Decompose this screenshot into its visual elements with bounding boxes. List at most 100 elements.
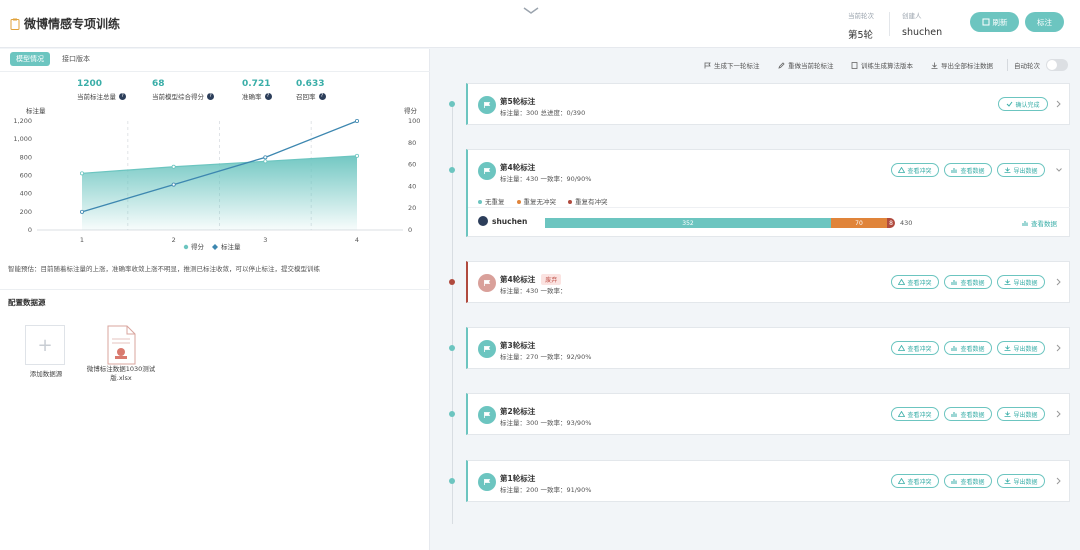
view-conflict-button[interactable]: 查看冲突 bbox=[891, 407, 939, 421]
stat-value: 0.633 bbox=[296, 79, 325, 89]
flag-icon bbox=[478, 274, 496, 292]
round-card[interactable]: 第2轮标注 标注量：300 一致率：93/90% 查看冲突 查看数据 导出数据 bbox=[466, 393, 1070, 435]
card-title: 第3轮标注 bbox=[500, 341, 536, 350]
export-data-button[interactable]: 导出数据 bbox=[997, 407, 1045, 421]
auto-round-toggle[interactable] bbox=[1046, 59, 1068, 71]
refresh-icon bbox=[982, 18, 989, 26]
bar-view-data-link[interactable]: 查看数据 bbox=[1022, 218, 1057, 228]
legend-item: 无重复 bbox=[478, 196, 505, 206]
round-card-abandoned[interactable]: 第4轮标注 废弃 标注量：430 一致率： 查看冲突 查看数据 导出数据 bbox=[466, 261, 1070, 303]
view-data-button[interactable]: 查看数据 bbox=[944, 163, 992, 177]
chevron-down-icon[interactable] bbox=[1056, 166, 1062, 174]
chevron-right-icon[interactable] bbox=[1056, 344, 1062, 352]
view-conflict-button[interactable]: 查看冲突 bbox=[891, 163, 939, 177]
round-card-expanded[interactable]: 第4轮标注 标注量：430 一致率：90/90% 查看冲突 查看数据 导出数据 … bbox=[466, 149, 1070, 237]
stat-recall: 0.633 召回率? bbox=[296, 79, 326, 101]
round-card[interactable]: 第5轮标注 标注量：300 总进度：0/390 确认完成 bbox=[466, 83, 1070, 125]
round-card[interactable]: 第1轮标注 标注量：200 一致率：91/90% 查看冲突 查看数据 导出数据 bbox=[466, 460, 1070, 502]
download-icon bbox=[1004, 478, 1011, 484]
view-conflict-button[interactable]: 查看冲突 bbox=[891, 275, 939, 289]
view-conflict-button[interactable]: 查看冲突 bbox=[891, 341, 939, 355]
bar-duplicate-no-conflict[interactable]: 70 bbox=[831, 218, 887, 228]
chevron-right-icon[interactable] bbox=[1056, 477, 1062, 485]
datasource-title: 配置数据源 bbox=[8, 298, 46, 307]
download-icon bbox=[1004, 167, 1011, 173]
current-round-value: 第5轮 bbox=[848, 30, 874, 41]
export-data-button[interactable]: 导出数据 bbox=[997, 275, 1045, 289]
score-point bbox=[80, 171, 85, 176]
download-icon bbox=[931, 62, 938, 69]
meta-divider bbox=[889, 12, 890, 36]
toolbar-divider bbox=[1007, 59, 1008, 71]
tab-api-version[interactable]: 接口版本 bbox=[56, 52, 96, 66]
view-data-button[interactable]: 查看数据 bbox=[944, 341, 992, 355]
card-divider bbox=[468, 207, 1070, 208]
export-data-button[interactable]: 导出数据 bbox=[997, 163, 1045, 177]
view-data-button[interactable]: 查看数据 bbox=[944, 407, 992, 421]
tab-model-status[interactable]: 模型情况 bbox=[10, 52, 50, 66]
add-datasource-button[interactable]: + bbox=[25, 325, 65, 365]
warning-icon bbox=[898, 478, 906, 484]
refresh-label: 刷新 bbox=[992, 17, 1008, 27]
view-conflict-button[interactable]: 查看冲突 bbox=[891, 474, 939, 488]
bar-chart-icon bbox=[951, 479, 957, 484]
y-tick-left: 1,000 bbox=[13, 135, 32, 143]
left-panel: 模型情况 接口版本 1200 当前标注总量? 68 当前模型综合得分? 0.72… bbox=[0, 49, 430, 550]
legend-item: 重复无冲突 bbox=[516, 196, 556, 206]
smart-prediction: 智能预估：目前随着标注量的上涨，准确率收敛上涨不明显，推测已标注收敛，可以停止标… bbox=[8, 265, 320, 273]
current-round: 当前轮次 第5轮 bbox=[848, 10, 874, 41]
legend-marker bbox=[183, 244, 189, 250]
annotation-point bbox=[80, 209, 85, 214]
timeline-dot bbox=[449, 411, 455, 417]
card-title: 第5轮标注 bbox=[500, 97, 536, 106]
confirm-label: 确认完成 bbox=[1015, 101, 1040, 109]
excel-file-icon[interactable] bbox=[106, 325, 136, 365]
bar-no-duplicate[interactable]: 352 bbox=[545, 218, 831, 228]
stat-value: 68 bbox=[152, 79, 165, 89]
view-data-button[interactable]: 查看数据 bbox=[944, 275, 992, 289]
redo-round-button[interactable]: 重做当前轮标注 bbox=[778, 60, 834, 70]
avatar bbox=[478, 216, 488, 226]
card-title: 第4轮标注 废弃 bbox=[500, 274, 562, 285]
annotation-point bbox=[354, 118, 359, 123]
warning-icon bbox=[898, 279, 906, 285]
bar-duplicate-conflict[interactable]: 8 bbox=[887, 218, 895, 228]
user-name: shuchen bbox=[492, 216, 528, 226]
y-tick-left: 800 bbox=[20, 153, 32, 161]
export-all-button[interactable]: 导出全部标注数据 bbox=[931, 60, 993, 70]
x-tick: 3 bbox=[263, 236, 267, 244]
legend-item: 重复有冲突 bbox=[568, 196, 608, 206]
add-datasource-label: 添加数据源 bbox=[29, 370, 63, 378]
train-algorithm-button[interactable]: 训练生成算法版本 bbox=[851, 60, 913, 70]
auto-round-label: 自动轮次 bbox=[1014, 60, 1040, 70]
annotate-button[interactable]: 标注 bbox=[1025, 12, 1064, 32]
stat-total: 1200 当前标注总量? bbox=[77, 79, 126, 101]
score-point bbox=[354, 153, 359, 158]
warning-icon bbox=[898, 167, 906, 173]
tab-bar: 模型情况 接口版本 bbox=[10, 52, 96, 66]
chevron-right-icon[interactable] bbox=[1056, 100, 1062, 108]
y-tick-left: 600 bbox=[20, 172, 32, 180]
card-subtitle: 标注量：270 一致率：92/90% bbox=[500, 353, 592, 361]
check-icon bbox=[1007, 101, 1013, 107]
download-icon bbox=[1004, 411, 1011, 417]
chevron-down-icon[interactable] bbox=[522, 6, 540, 16]
header-bar: 微博情感专项训练 当前轮次 第5轮 创建人 shuchen 刷新 标注 bbox=[0, 0, 1080, 48]
confirm-complete-button[interactable]: 确认完成 bbox=[998, 97, 1048, 111]
timeline-dot bbox=[449, 167, 455, 173]
stat-precision: 0.721 准确率? bbox=[242, 79, 272, 101]
round-card[interactable]: 第3轮标注 标注量：270 一致率：92/90% 查看冲突 查看数据 导出数据 bbox=[466, 327, 1070, 369]
refresh-button[interactable]: 刷新 bbox=[970, 12, 1019, 32]
export-data-button[interactable]: 导出数据 bbox=[997, 474, 1045, 488]
stat-value: 1200 bbox=[77, 79, 103, 89]
card-subtitle: 标注量：430 一致率：90/90% bbox=[500, 175, 592, 183]
creator-label: 创建人 bbox=[902, 12, 922, 20]
chevron-right-icon[interactable] bbox=[1056, 278, 1062, 286]
chevron-right-icon[interactable] bbox=[1056, 410, 1062, 418]
export-data-button[interactable]: 导出数据 bbox=[997, 341, 1045, 355]
document-icon bbox=[851, 61, 858, 69]
y-tick-right: 20 bbox=[408, 204, 416, 212]
generate-next-round-button[interactable]: 生成下一轮标注 bbox=[704, 60, 760, 70]
card-subtitle: 标注量：430 一致率： bbox=[500, 287, 567, 295]
view-data-button[interactable]: 查看数据 bbox=[944, 474, 992, 488]
